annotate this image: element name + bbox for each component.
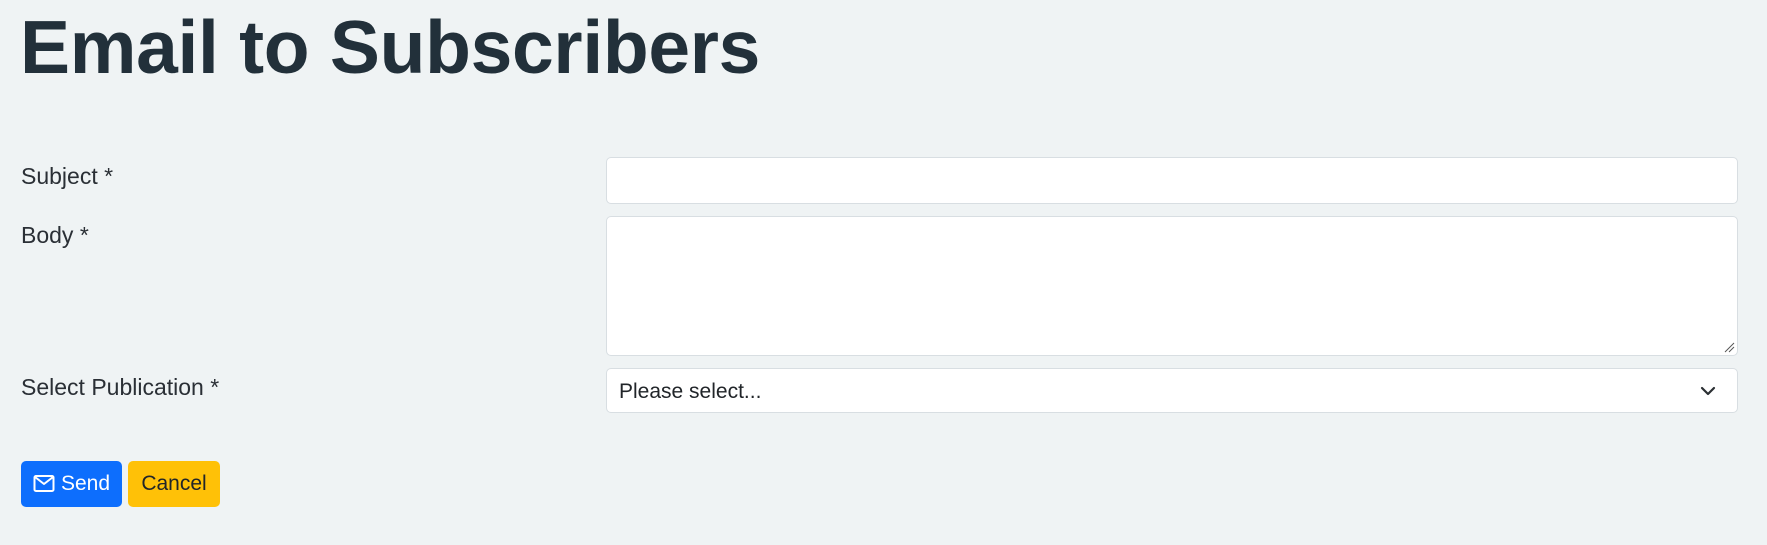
subject-label: Subject * [21,163,114,189]
body-textarea[interactable] [606,216,1738,356]
chevron-down-icon [1700,386,1716,396]
body-label: Body * [21,222,89,248]
envelope-icon [33,475,55,492]
cancel-button[interactable]: Cancel [128,461,220,507]
publication-select[interactable]: Please select... [606,368,1738,413]
send-button[interactable]: Send [21,461,122,507]
publication-selected-value: Please select... [619,380,762,403]
send-button-label: Send [61,472,111,495]
resize-handle-icon[interactable] [1723,341,1735,353]
publication-label: Select Publication * [21,374,220,400]
cancel-button-label: Cancel [141,472,207,495]
email-subscribers-page: Email to Subscribers Subject * Body * Se… [0,0,1767,545]
page-title: Email to Subscribers [20,5,761,89]
subject-input[interactable] [606,157,1738,204]
